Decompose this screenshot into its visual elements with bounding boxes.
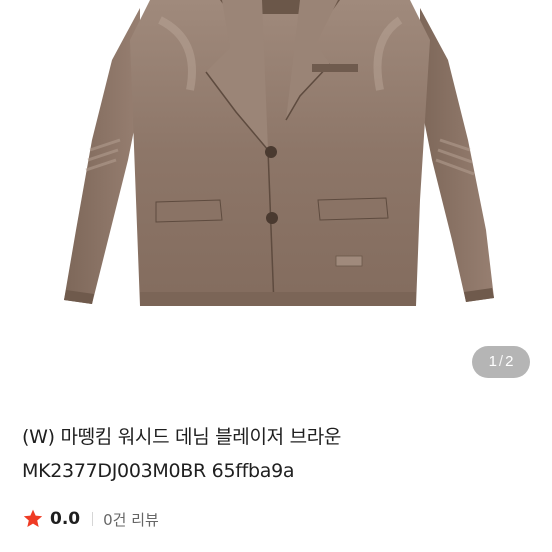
- product-image[interactable]: 1/2: [0, 0, 552, 390]
- rating-value: 0.0: [50, 509, 81, 529]
- product-info: (W) 마뗑킴 워시드 데님 블레이저 브라운 MK2377DJ003M0BR …: [22, 420, 530, 488]
- rating-row[interactable]: 0.0 0건 리뷰: [22, 505, 159, 533]
- jacket-photo: [64, 0, 494, 307]
- product-title: (W) 마뗑킴 워시드 데님 블레이저 브라운 MK2377DJ003M0BR …: [22, 426, 342, 482]
- image-counter-separator: /: [498, 353, 504, 370]
- divider: [92, 512, 94, 526]
- review-count-link[interactable]: 0건 리뷰: [103, 509, 159, 530]
- star-icon: [23, 509, 43, 527]
- image-counter: 1/2: [472, 346, 530, 378]
- image-counter-total: 2: [505, 353, 514, 370]
- image-counter-current: 1: [488, 353, 497, 370]
